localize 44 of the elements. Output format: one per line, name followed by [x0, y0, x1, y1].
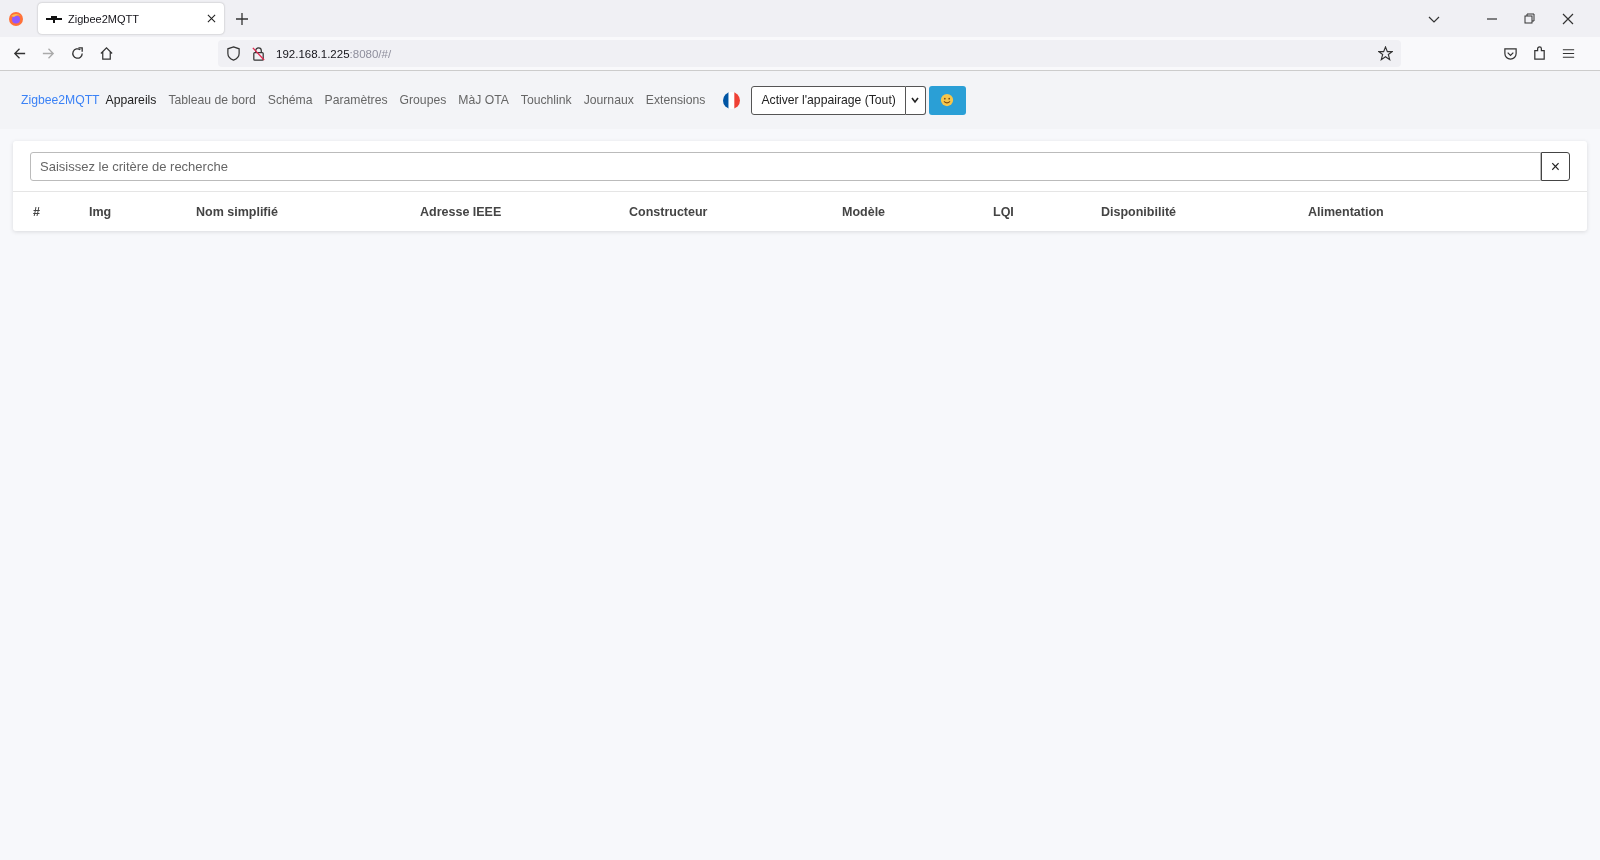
url-text: 192.168.1.225:8080/#/ — [276, 47, 392, 60]
search-field[interactable]: Saisissez le critère de recherche — [30, 152, 1541, 181]
column-header[interactable]: Constructeur — [629, 204, 842, 219]
tab-title: Zigbee2MQTT — [68, 12, 140, 25]
star-icon[interactable] — [1378, 46, 1393, 61]
reload-icon[interactable] — [70, 46, 85, 61]
column-header[interactable]: LQI — [993, 204, 1101, 219]
nav-link[interactable]: Extensions — [645, 93, 706, 107]
dropdown-button[interactable] — [905, 85, 926, 115]
column-header[interactable]: Alimentation — [1308, 204, 1587, 219]
column-header[interactable]: # — [33, 204, 89, 219]
nav-link[interactable]: Journaux — [583, 93, 634, 107]
new-tab-icon[interactable] — [236, 12, 248, 25]
permit-join-button[interactable]: Activer l'appairage (Tout) — [751, 85, 906, 115]
restore-icon[interactable] — [1524, 12, 1536, 25]
back-icon[interactable] — [12, 46, 27, 61]
address-bar[interactable]: 192.168.1.225:8080/#/ — [218, 40, 1401, 67]
menu-icon[interactable] — [1561, 46, 1576, 61]
nav-link[interactable]: Paramètres — [324, 93, 388, 107]
column-header[interactable]: Adresse IEEE — [420, 204, 629, 219]
puzzle-icon[interactable] — [1532, 46, 1547, 61]
nav-link[interactable]: Groupes — [399, 93, 447, 107]
home-icon[interactable] — [99, 46, 114, 61]
clear-search-button[interactable]: × — [1541, 152, 1570, 181]
column-header[interactable]: Modèle — [842, 204, 993, 219]
nav-link[interactable]: Tableau de bord — [168, 93, 256, 107]
browser-logo-icon[interactable] — [8, 10, 24, 27]
caret-icon — [910, 95, 921, 105]
close-icon[interactable] — [1562, 12, 1574, 25]
column-header[interactable]: Img — [89, 204, 196, 219]
pocket-icon[interactable] — [1503, 46, 1518, 61]
nav-link[interactable]: Touchlink — [520, 93, 572, 107]
bee-icon — [46, 13, 62, 24]
nav-link[interactable]: Schéma — [267, 93, 313, 107]
smiley-icon — [940, 93, 955, 107]
shield-icon — [226, 46, 241, 61]
close-tab-icon[interactable] — [207, 14, 216, 23]
flag-icon[interactable] — [723, 91, 741, 109]
column-header[interactable]: Nom simplifié — [196, 204, 420, 219]
nav-link[interactable]: Appareils — [105, 93, 157, 107]
column-header[interactable]: Disponibilité — [1101, 204, 1308, 219]
insecure-lock-icon — [251, 46, 266, 61]
browser-tab[interactable]: Zigbee2MQTT — [38, 3, 224, 34]
nav-link[interactable]: MàJ OTA — [458, 93, 509, 107]
